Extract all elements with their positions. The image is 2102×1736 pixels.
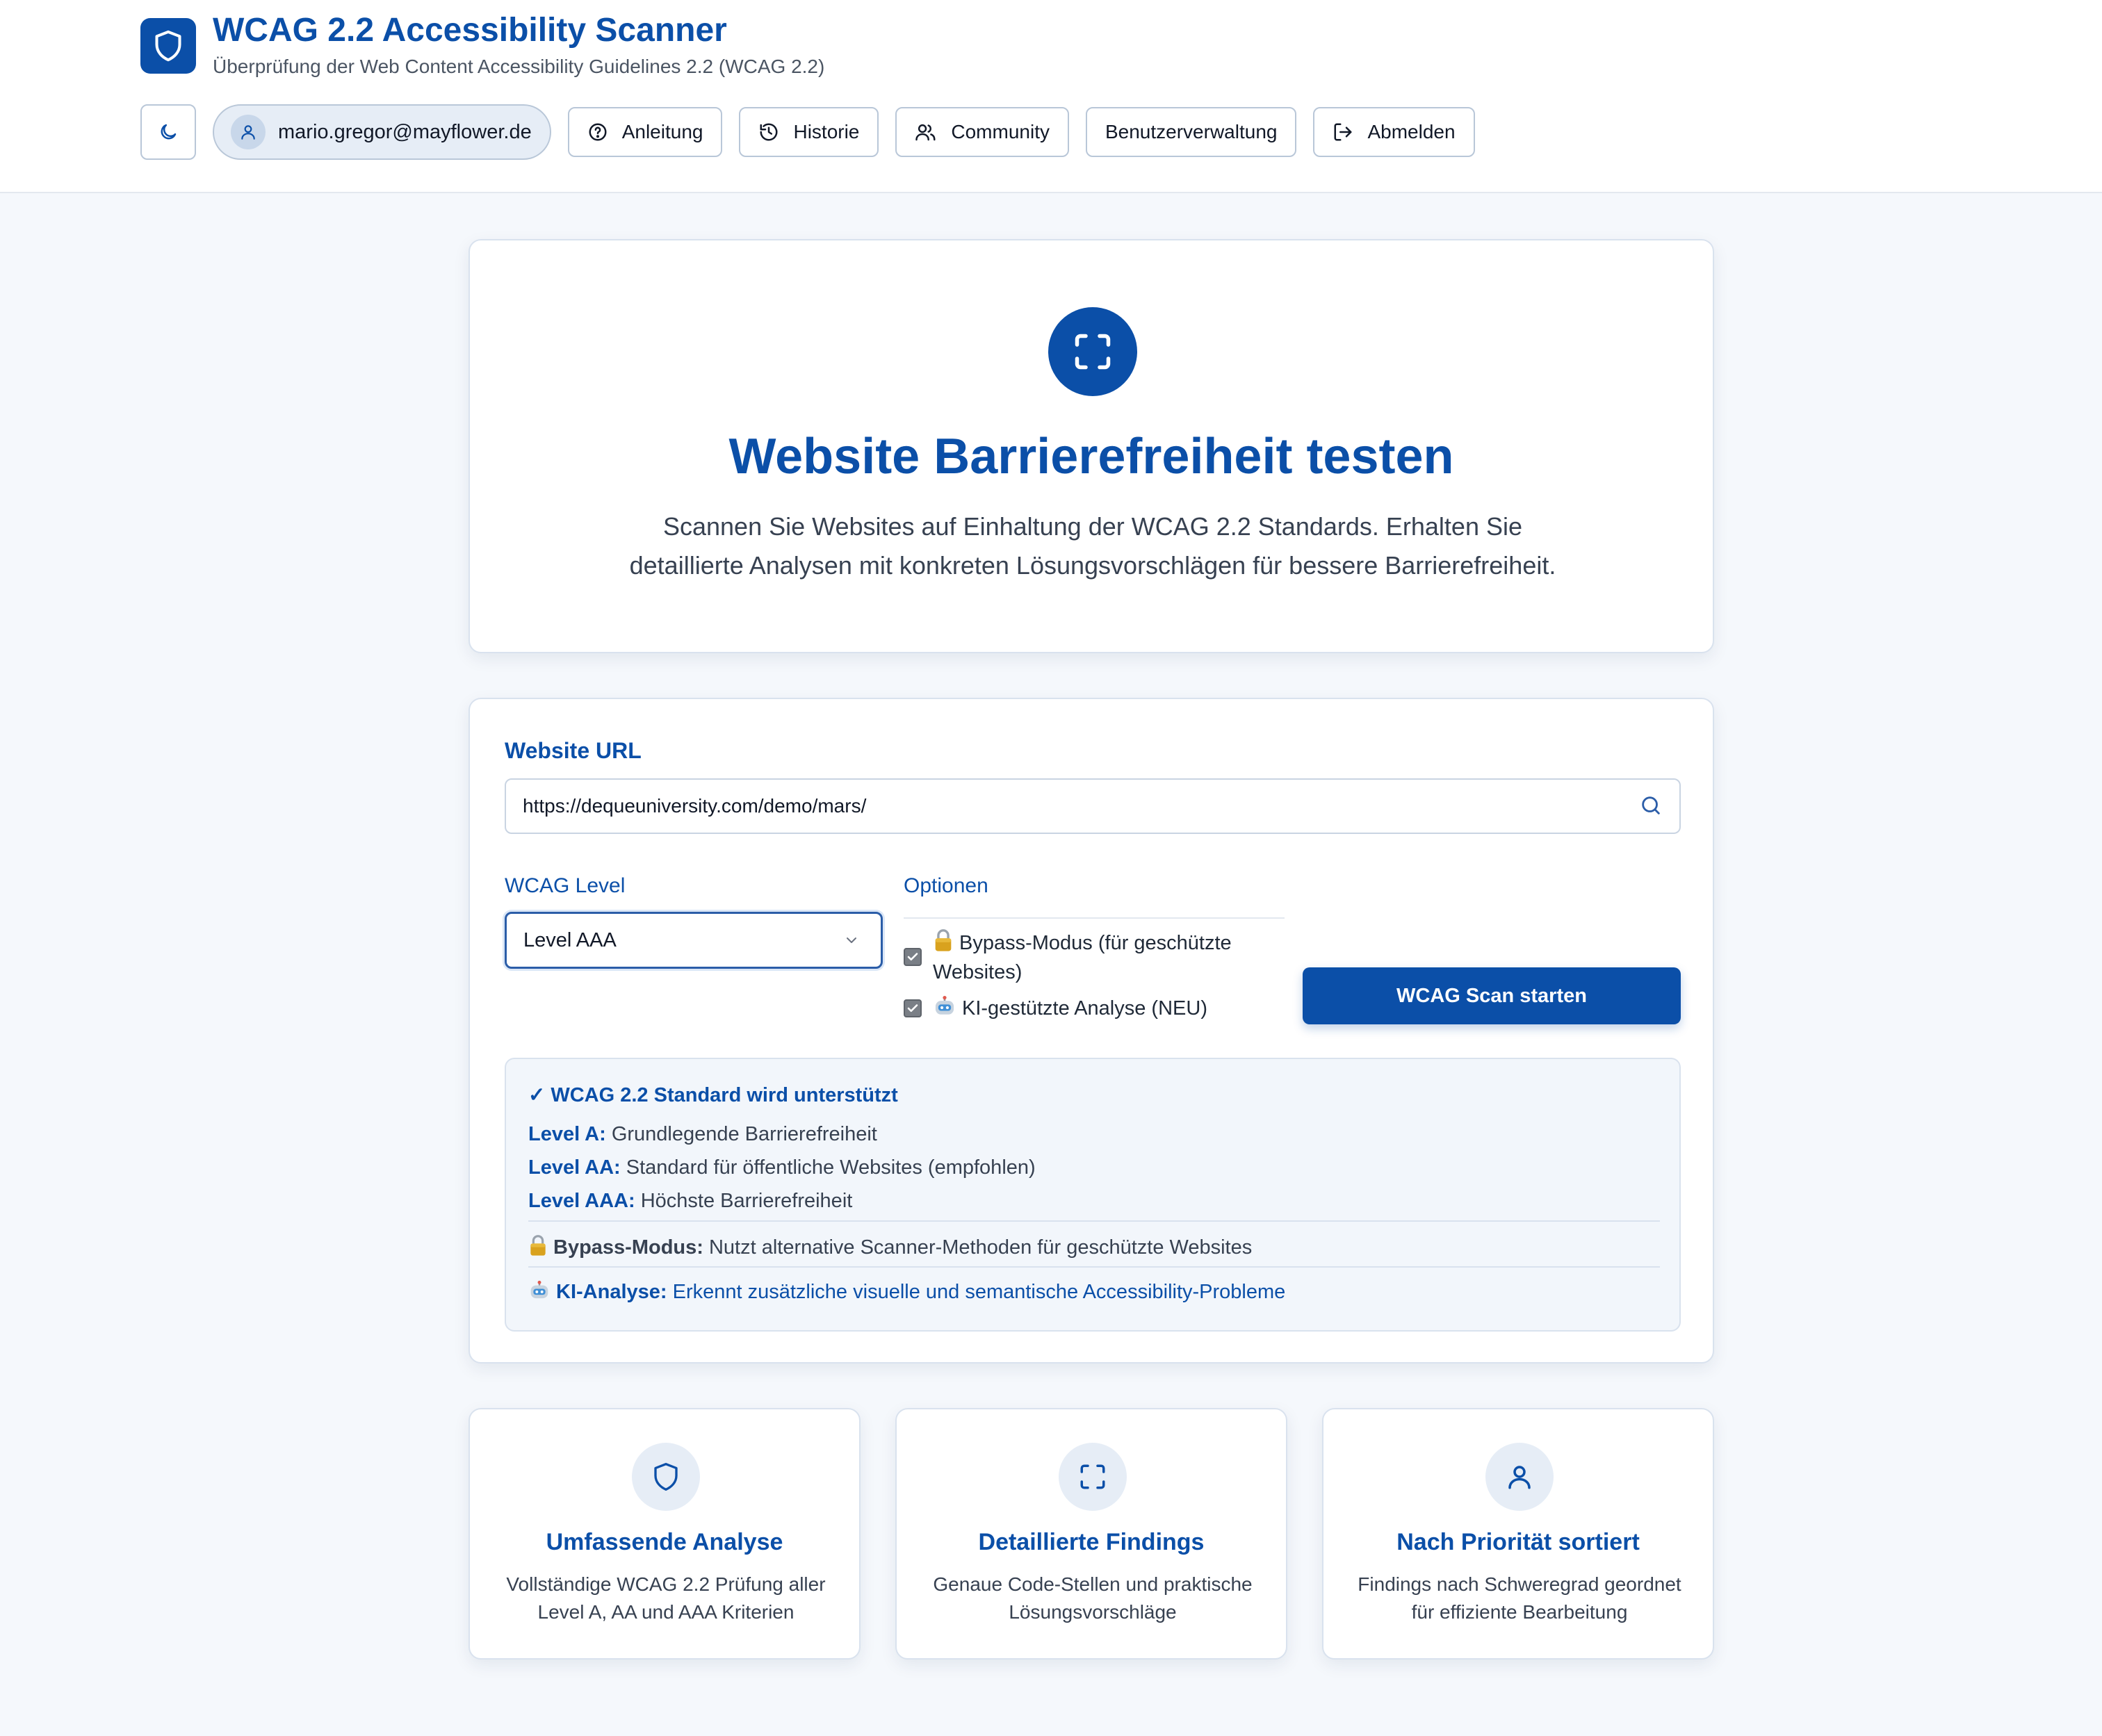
ai-analysis-checkbox[interactable] (904, 999, 922, 1017)
nav-anleitung-button[interactable]: Anleitung (567, 107, 723, 157)
info-bypass-name: Bypass-Modus: (553, 1236, 703, 1259)
info-level-aa: Level AA: Standard für öffentliche Websi… (528, 1156, 1036, 1179)
info-divider (528, 1266, 1660, 1268)
feature-card: Nach Priorität sortiert Findings nach Sc… (1322, 1408, 1714, 1660)
ai-analysis-option-label: KI-gestützte Analyse (NEU) (962, 997, 1207, 1020)
info-level-aa-text: Standard für öffentliche Websites (empfo… (626, 1156, 1036, 1179)
feature-card: Detaillierte Findings Genaue Code-Stelle… (895, 1408, 1287, 1660)
feature-title: Umfassende Analyse (546, 1529, 783, 1555)
wcag-level-value: Level AAA (523, 928, 617, 951)
info-level-aaa-name: Level AAA: (528, 1190, 635, 1212)
lock-icon (933, 928, 954, 952)
hero-card: Website Barrierefreiheit testen Scannen … (469, 239, 1714, 653)
url-input[interactable] (505, 778, 1681, 834)
wcag-level-select[interactable]: Level AAA (505, 912, 883, 969)
start-scan-button[interactable]: WCAG Scan starten (1303, 967, 1681, 1024)
bypass-checkbox[interactable] (904, 948, 922, 966)
chevron-down-icon (843, 932, 860, 949)
feature-card: Umfassende Analyse Vollständige WCAG 2.2… (469, 1408, 861, 1660)
help-circle-icon (587, 122, 608, 142)
info-ai: KI-Analyse: Erkennt zusätzliche visuelle… (528, 1280, 1285, 1304)
nav-benutzerverwaltung-button[interactable]: Benutzerverwaltung (1085, 107, 1297, 157)
nav-benutzerverwaltung-label: Benutzerverwaltung (1105, 121, 1278, 142)
scan-form-card: Website URL WCAG Level Level AAA Optione… (469, 698, 1714, 1364)
nav-community-label: Community (951, 121, 1050, 142)
top-nav: mario.gregor@mayflower.de Anleitung Hist… (140, 104, 1475, 160)
feature-description: Vollständige WCAG 2.2 Prüfung aller Leve… (506, 1573, 826, 1623)
info-title: ✓ WCAG 2.2 Standard wird unterstützt (528, 1084, 898, 1106)
info-level-aaa: Level AAA: Höchste Barrierefreiheit (528, 1190, 852, 1213)
wcag-level-label: WCAG Level (505, 874, 626, 897)
nav-abmelden-label: Abmelden (1367, 121, 1456, 142)
info-ai-name: KI-Analyse: (556, 1281, 667, 1303)
feature-title: Detaillierte Findings (978, 1529, 1205, 1555)
robot-icon (528, 1280, 551, 1301)
url-label: Website URL (505, 738, 642, 763)
user-avatar-icon (231, 115, 266, 149)
feature-description: Genaue Code-Stellen und praktische Lösun… (933, 1573, 1253, 1623)
nav-community-button[interactable]: Community (895, 107, 1069, 157)
lock-icon (528, 1234, 548, 1256)
info-level-a-text: Grundlegende Barrierefreiheit (611, 1123, 877, 1145)
feature-title: Nach Priorität sortiert (1396, 1529, 1640, 1555)
info-level-aaa-text: Höchste Barrierefreiheit (640, 1190, 853, 1212)
hero-title: Website Barrierefreiheit testen (728, 429, 1454, 484)
app-header: WCAG 2.2 Accessibility Scanner Überprüfu… (0, 0, 2102, 193)
history-icon (758, 122, 779, 142)
logout-icon (1333, 122, 1353, 142)
nav-historie-label: Historie (793, 121, 860, 142)
shield-icon (140, 18, 196, 74)
info-bypass-text: Nutzt alternative Scanner-Methoden für g… (708, 1236, 1253, 1259)
bypass-option[interactable]: Bypass-Modus (für geschützte Websites) (933, 928, 1294, 987)
ai-analysis-option[interactable]: KI-gestützte Analyse (NEU) (933, 994, 1207, 1023)
info-divider (528, 1220, 1660, 1222)
options-label: Optionen (904, 874, 988, 897)
users-icon (915, 122, 937, 142)
shield-icon (632, 1443, 700, 1511)
robot-icon (933, 995, 956, 1017)
info-bypass: Bypass-Modus: Nutzt alternative Scanner-… (528, 1234, 1252, 1259)
wcag-info-box: ✓ WCAG 2.2 Standard wird unterstützt Lev… (505, 1058, 1681, 1332)
feature-description: Findings nach Schweregrad geordnet für e… (1358, 1573, 1681, 1623)
user-menu[interactable]: mario.gregor@mayflower.de (213, 104, 551, 160)
hero-description: Scannen Sie Websites auf Einhaltung der … (629, 512, 1556, 580)
theme-toggle-button[interactable] (140, 104, 196, 160)
user-icon (1485, 1443, 1554, 1511)
nav-abmelden-button[interactable]: Abmelden (1313, 107, 1475, 157)
info-level-aa-name: Level AA: (528, 1156, 621, 1179)
info-level-a-name: Level A: (528, 1123, 606, 1145)
nav-historie-button[interactable]: Historie (739, 107, 879, 157)
app-title: WCAG 2.2 Accessibility Scanner (213, 12, 727, 49)
app-subtitle: Überprüfung der Web Content Accessibilit… (213, 56, 825, 77)
bypass-option-label: Bypass-Modus (für geschützte Websites) (933, 932, 1232, 983)
search-icon[interactable] (1639, 794, 1663, 817)
nav-anleitung-label: Anleitung (621, 121, 703, 142)
info-ai-text: Erkennt zusätzliche visuelle und semanti… (672, 1281, 1286, 1303)
options-divider (904, 917, 1285, 919)
scan-icon (1059, 1443, 1127, 1511)
moon-icon (158, 122, 179, 142)
user-email: mario.gregor@mayflower.de (278, 120, 532, 143)
info-level-a: Level A: Grundlegende Barrierefreiheit (528, 1123, 877, 1146)
scan-icon (1048, 307, 1137, 396)
